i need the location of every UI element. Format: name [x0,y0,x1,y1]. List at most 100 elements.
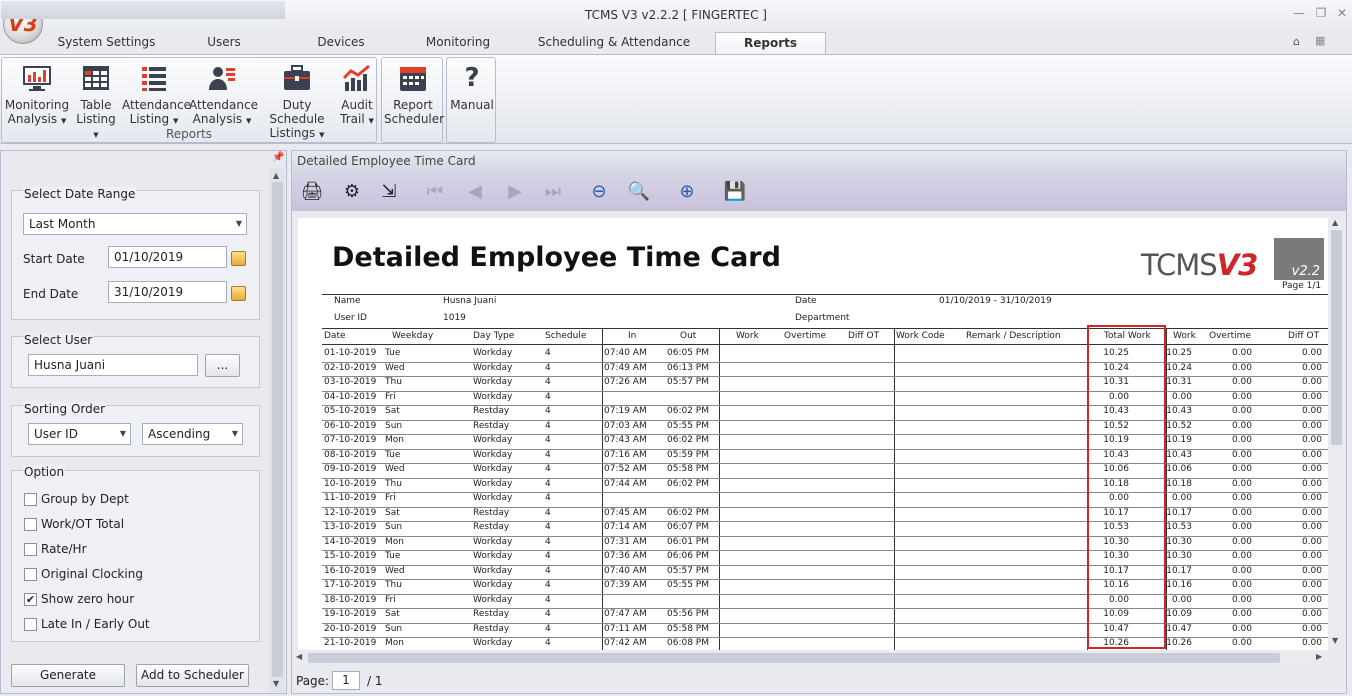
layout-icon[interactable]: ▦ [1315,34,1325,47]
table-cell: 4 [545,362,551,373]
sort-order-select[interactable]: Ascending ▼ [142,423,243,445]
export-icon[interactable]: ⇲ [374,177,404,207]
attendance-listing-button[interactable]: Attendance Listing ▼ [122,62,191,128]
table-row: 17-10-2019 Thu Workday 4 07:39 AM 05:55 PM 10.… [298,580,1328,595]
table-cell: 4 [545,464,551,474]
table-cell: Sun [385,623,403,634]
close-icon[interactable]: ✕ [1334,6,1350,22]
date-range-select[interactable]: Last Month ▼ [23,213,247,235]
table-cell: Workday [473,362,513,373]
date-range-value: Last Month [29,217,96,231]
monitoring-analysis-button[interactable]: Monitoring Analysis ▼ [4,62,70,128]
audit-trail-button[interactable]: Audit Trail ▼ [338,62,376,128]
viewer-horizontal-scrollbar[interactable]: ◀ ▶ [292,651,1328,665]
pin-icon[interactable]: 📌 [272,152,284,163]
sort-field-select[interactable]: User ID ▼ [28,423,131,445]
page-navigator: Page: 1 / 1 [292,670,1346,692]
briefcase-icon [284,65,310,90]
tab-scheduling-attendance[interactable]: Scheduling & Attendance [530,32,698,54]
table-cell: 10-10-2019 [324,478,377,489]
original-clocking-checkbox[interactable] [24,568,37,581]
report-scheduler-button[interactable]: Report Scheduler [384,62,444,126]
table-cell: 07:03 AM [604,420,647,431]
show-zero-hour-checkbox[interactable]: ✔ [24,593,37,606]
table-cell: Mon [385,435,404,445]
tab-reports[interactable]: Reports [715,32,826,54]
table-cell: 4 [545,609,551,619]
table-cell: Workday [473,565,513,576]
table-cell: Workday [473,449,513,460]
zoom-in-icon[interactable]: ⊕ [672,177,702,207]
table-cell: Sat [385,609,400,619]
table-cell: 4 [545,565,551,576]
user-input[interactable]: Husna Juani [28,354,198,376]
table-cell: 05-10-2019 [324,406,377,416]
next-page-icon[interactable]: ▶ [500,177,530,207]
scroll-thumb[interactable] [272,182,283,677]
group-by-dept-checkbox[interactable] [24,493,37,506]
add-to-scheduler-button[interactable]: Add to Scheduler [136,664,249,687]
last-page-icon[interactable]: ⏭ [538,177,568,207]
end-date-input[interactable]: 31/10/2019 [108,281,227,303]
late-in-early-out-checkbox[interactable] [24,618,37,631]
scroll-thumb[interactable] [308,653,1280,663]
page-setup-icon[interactable]: ⚙ [337,177,367,207]
restore-icon[interactable]: ❐ [1313,6,1329,22]
print-icon[interactable]: 🖨 [297,177,327,207]
table-listing-label: Table Listing [76,98,116,126]
table-cell: 05:57 PM [667,565,709,576]
previous-page-icon[interactable]: ◀ [460,177,490,207]
left-panel-scrollbar[interactable]: ▲ ▼ [270,168,285,692]
work-ot-total-checkbox[interactable] [24,518,37,531]
table-cell: Tue [385,551,401,561]
table-cell: Wed [385,362,405,373]
tab-system-settings[interactable]: System Settings [50,32,163,54]
scroll-thumb[interactable] [1331,230,1342,445]
tab-devices[interactable]: Devices [305,32,377,54]
generate-button[interactable]: Generate [11,664,125,687]
table-cell: Fri [385,391,396,402]
table-cell: 02-10-2019 [324,362,377,373]
total-work-highlight [1087,325,1166,649]
sorting-order-title: Sorting Order [23,402,107,416]
table-row: 20-10-2019 Sun Restday 4 07:11 AM 05:58 PM 10.… [298,623,1328,638]
table-cell: 4 [545,507,551,518]
zoom-icon[interactable]: 🔍 [624,177,654,207]
manual-button[interactable]: ? Manual [449,62,495,112]
calendar-picker-icon[interactable] [231,251,246,266]
table-cell: 0.00 [1231,449,1252,460]
table-cell: 0.00 [1231,391,1252,402]
table-cell: 0.00 [1301,623,1322,634]
monitor-chart-icon [23,66,51,91]
start-date-label: Start Date [23,252,85,266]
calendar-picker-icon[interactable] [231,286,246,301]
table-cell: 06-10-2019 [324,420,377,431]
save-icon[interactable]: 💾 [720,177,750,207]
table-cell: 07:47 AM [604,609,647,619]
table-cell: 07:19 AM [604,406,647,416]
attendance-analysis-button[interactable]: Attendance Analysis ▼ [189,62,258,128]
first-page-icon[interactable]: ⏮ [420,177,450,207]
table-cell: Workday [473,348,513,358]
table-cell: Sat [385,406,400,416]
start-date-input[interactable]: 01/10/2019 [108,246,227,268]
page-label: Page: [296,674,330,688]
collapse-ribbon-icon[interactable]: ⌂ [1293,35,1300,48]
tab-monitoring[interactable]: Monitoring [415,32,501,54]
zoom-out-icon[interactable]: ⊖ [584,177,614,207]
page-number-input[interactable]: 1 [332,671,360,690]
column-header: Weekday [392,331,434,341]
minimize-icon[interactable]: — [1291,6,1307,22]
tab-users[interactable]: Users [190,32,258,54]
table-row: 10-10-2019 Thu Workday 4 07:44 AM 06:02 PM 10.… [298,478,1328,493]
table-cell: 06:06 PM [667,551,709,561]
browse-user-button[interactable]: ... [205,354,240,377]
table-cell: 0.00 [1301,420,1322,431]
table-cell: 05:56 PM [667,609,709,619]
table-cell: Thu [385,377,402,387]
table-cell: 04-10-2019 [324,391,377,402]
table-cell: 07:26 AM [604,377,647,387]
rate-hr-checkbox[interactable] [24,543,37,556]
viewer-vertical-scrollbar[interactable]: ▲ ▼ [1329,218,1344,650]
table-cell: 07:52 AM [604,464,647,474]
